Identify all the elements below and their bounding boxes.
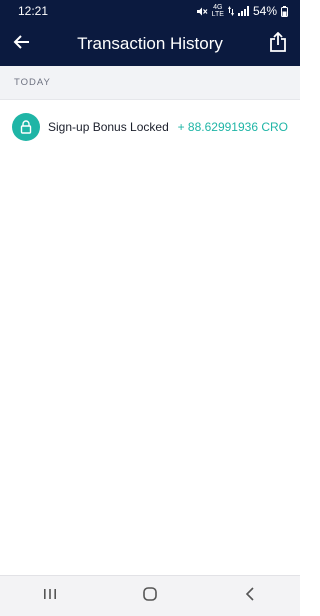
system-back-button[interactable]	[220, 576, 280, 616]
transaction-title: Sign-up Bonus Locked	[48, 120, 169, 134]
recent-apps-icon	[43, 587, 57, 605]
signal-icon	[237, 6, 249, 16]
home-button[interactable]	[120, 576, 180, 616]
page-title: Transaction History	[77, 34, 223, 53]
battery-icon	[281, 5, 288, 17]
transaction-row[interactable]: Sign-up Bonus Locked + 88.62991936 CRO	[0, 100, 300, 154]
app-bar: Transaction History	[0, 22, 300, 66]
home-icon	[142, 586, 158, 607]
status-time: 12:21	[18, 4, 49, 18]
status-bar: 12:21 4G LTE 54%	[0, 0, 300, 22]
lock-icon	[12, 113, 40, 141]
status-icons: 4G LTE 54%	[196, 4, 288, 18]
network-type-icon: 4G LTE	[212, 4, 224, 18]
back-button[interactable]	[8, 30, 36, 58]
mute-icon	[196, 6, 208, 17]
chevron-left-icon	[245, 586, 255, 606]
share-button[interactable]	[264, 30, 292, 58]
share-icon	[269, 31, 287, 57]
recent-apps-button[interactable]	[20, 576, 80, 616]
network-label: 4G	[213, 4, 223, 11]
arrow-left-icon	[13, 33, 31, 56]
network-sub-label: LTE	[211, 11, 224, 18]
battery-percent: 54%	[252, 4, 277, 18]
transaction-amount: + 88.62991936 CRO	[177, 120, 288, 134]
section-header-today: TODAY	[0, 66, 300, 100]
system-nav-bar	[0, 575, 300, 616]
data-arrows-icon	[227, 6, 234, 16]
